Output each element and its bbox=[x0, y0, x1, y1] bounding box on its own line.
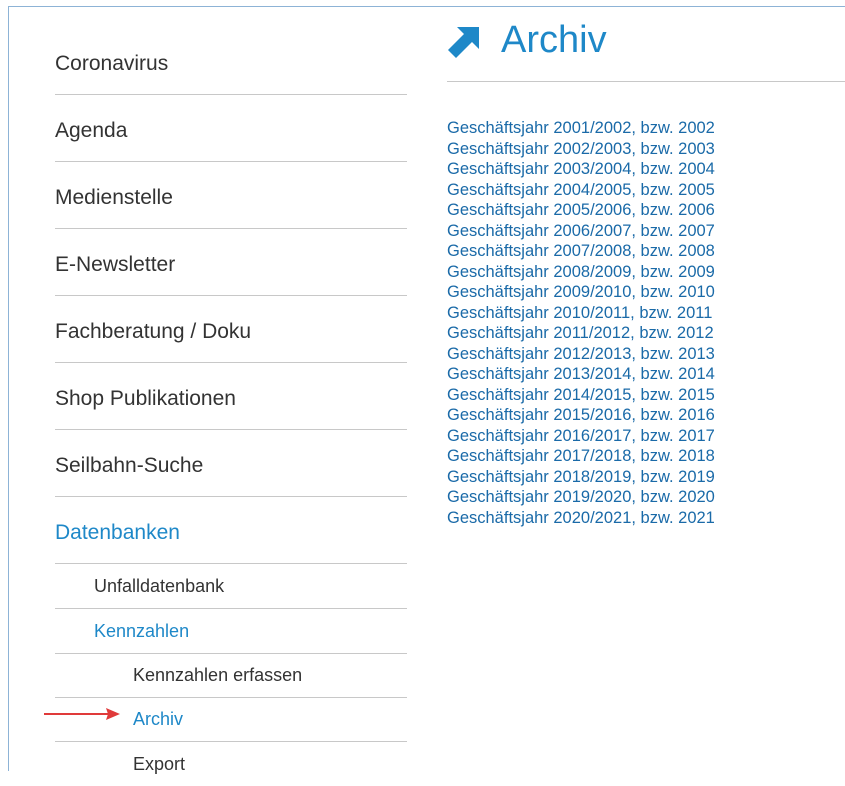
sidebar-item-seilbahn-suche[interactable]: Seilbahn-Suche bbox=[55, 430, 407, 497]
annotation-arrow-icon bbox=[44, 708, 120, 720]
archive-year-link[interactable]: Geschäftsjahr 2019/2020, bzw. 2020 bbox=[447, 487, 845, 508]
sidebar-item-agenda[interactable]: Agenda bbox=[55, 95, 407, 162]
sidebar-subitem-unfalldatenbank[interactable]: Unfalldatenbank bbox=[55, 564, 407, 609]
archive-year-link[interactable]: Geschäftsjahr 2008/2009, bzw. 2009 bbox=[447, 262, 845, 283]
archive-year-link[interactable]: Geschäftsjahr 2006/2007, bzw. 2007 bbox=[447, 221, 845, 242]
sidebar-item-datenbanken[interactable]: Datenbanken bbox=[55, 497, 407, 564]
arrow-up-right-icon bbox=[448, 27, 479, 58]
page-header: Archiv bbox=[447, 14, 845, 82]
sidebar-nav: Coronavirus Agenda Medienstelle E-Newsle… bbox=[55, 28, 407, 786]
archive-year-link[interactable]: Geschäftsjahr 2002/2003, bzw. 2003 bbox=[447, 139, 845, 160]
archive-year-link[interactable]: Geschäftsjahr 2010/2011, bzw. 2011 bbox=[447, 303, 845, 324]
sidebar-subitem-kennzahlen[interactable]: Kennzahlen bbox=[55, 609, 407, 654]
archive-year-link[interactable]: Geschäftsjahr 2012/2013, bzw. 2013 bbox=[447, 344, 845, 365]
archive-year-link[interactable]: Geschäftsjahr 2011/2012, bzw. 2012 bbox=[447, 323, 845, 344]
archive-year-link[interactable]: Geschäftsjahr 2001/2002, bzw. 2002 bbox=[447, 118, 845, 139]
archive-year-link[interactable]: Geschäftsjahr 2004/2005, bzw. 2005 bbox=[447, 180, 845, 201]
archive-year-link[interactable]: Geschäftsjahr 2005/2006, bzw. 2006 bbox=[447, 200, 845, 221]
page-title: Archiv bbox=[501, 19, 607, 61]
archive-year-link[interactable]: Geschäftsjahr 2007/2008, bzw. 2008 bbox=[447, 241, 845, 262]
archive-year-link[interactable]: Geschäftsjahr 2017/2018, bzw. 2018 bbox=[447, 446, 845, 467]
archive-year-link[interactable]: Geschäftsjahr 2020/2021, bzw. 2021 bbox=[447, 508, 845, 529]
archive-year-link[interactable]: Geschäftsjahr 2014/2015, bzw. 2015 bbox=[447, 385, 845, 406]
sidebar-item-medienstelle[interactable]: Medienstelle bbox=[55, 162, 407, 229]
archive-year-link[interactable]: Geschäftsjahr 2016/2017, bzw. 2017 bbox=[447, 426, 845, 447]
archive-year-link[interactable]: Geschäftsjahr 2018/2019, bzw. 2019 bbox=[447, 467, 845, 488]
archive-year-link[interactable]: Geschäftsjahr 2003/2004, bzw. 2004 bbox=[447, 159, 845, 180]
sidebar-subsubitem-kennzahlen-erfassen[interactable]: Kennzahlen erfassen bbox=[55, 654, 407, 698]
sidebar-item-e-newsletter[interactable]: E-Newsletter bbox=[55, 229, 407, 296]
main-content: Archiv Geschäftsjahr 2001/2002, bzw. 200… bbox=[447, 14, 845, 528]
archive-year-link[interactable]: Geschäftsjahr 2009/2010, bzw. 2010 bbox=[447, 282, 845, 303]
sidebar-item-coronavirus[interactable]: Coronavirus bbox=[55, 28, 407, 95]
sidebar-item-fachberatung-doku[interactable]: Fachberatung / Doku bbox=[55, 296, 407, 363]
archive-year-link[interactable]: Geschäftsjahr 2015/2016, bzw. 2016 bbox=[447, 405, 845, 426]
archive-year-list: Geschäftsjahr 2001/2002, bzw. 2002 Gesch… bbox=[447, 118, 845, 528]
sidebar-subsubitem-export[interactable]: Export bbox=[55, 742, 407, 786]
sidebar-item-shop-publikationen[interactable]: Shop Publikationen bbox=[55, 363, 407, 430]
archive-year-link[interactable]: Geschäftsjahr 2013/2014, bzw. 2014 bbox=[447, 364, 845, 385]
